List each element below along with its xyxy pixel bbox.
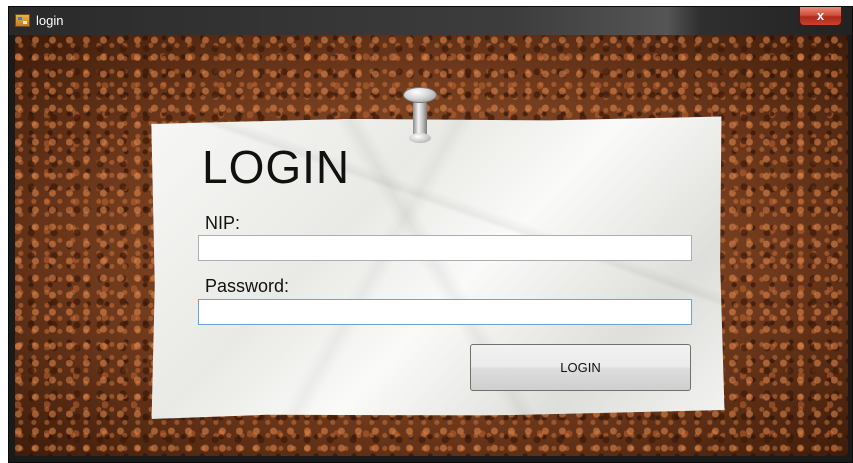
corkboard-background: LOGIN NIP: Password: LOGIN [15,35,848,456]
window-title: login [36,13,64,28]
title-bar[interactable]: login x [9,7,852,35]
close-icon: x [816,8,825,23]
login-heading: LOGIN [202,141,351,193]
nip-label: NIP: [205,213,241,233]
login-window: login x LOGIN NIP: Password: LOGIN [8,6,853,463]
pushpin-icon [403,87,437,147]
password-input[interactable] [198,299,692,325]
password-label: Password: [205,276,290,296]
app-window-icon[interactable] [15,14,30,27]
nip-input[interactable] [198,235,692,261]
login-button[interactable]: LOGIN [470,344,691,391]
close-button[interactable]: x [799,7,842,26]
